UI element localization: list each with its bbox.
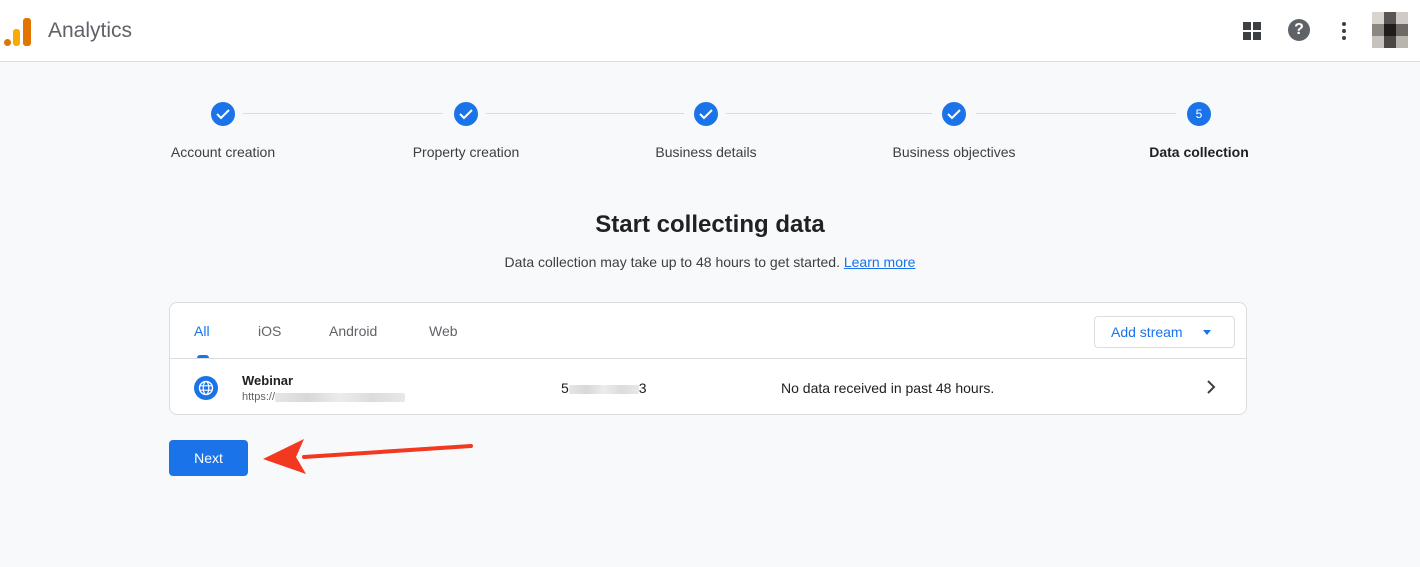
chevron-right-icon[interactable] [1202,378,1220,396]
step-2-check-icon [454,102,478,126]
step-connector [726,113,932,114]
help-icon[interactable]: ? [1288,19,1312,43]
tab-android[interactable]: Android [329,323,377,339]
add-stream-button[interactable]: Add stream [1094,316,1235,348]
stream-status: No data received in past 48 hours. [781,380,995,396]
apps-grid-icon[interactable] [1240,19,1264,43]
step-connector [976,113,1176,114]
step-label-business-details: Business details [655,144,757,160]
setup-stepper: 5 Account creation Property creation Bus… [0,100,1420,170]
more-vert-icon[interactable] [1332,19,1356,43]
add-stream-label: Add stream [1111,324,1183,340]
stream-url: https:// [242,391,406,403]
step-4-check-icon [942,102,966,126]
tab-ios[interactable]: iOS [258,323,281,339]
tab-web[interactable]: Web [429,323,458,339]
top-app-bar: Analytics ? [0,0,1420,62]
tab-all[interactable]: All [194,323,210,339]
subtitle-text: Data collection may take up to 48 hours … [504,254,840,270]
data-streams-card: All iOS Android Web Add stream Webinar h… [169,302,1247,415]
step-3-check-icon [694,102,718,126]
step-label-account-creation: Account creation [170,144,276,160]
next-button[interactable]: Next [169,440,248,476]
stream-name: Webinar [242,373,294,388]
step-connector [243,113,443,114]
page-title: Start collecting data [595,211,825,238]
stream-id-start: 5 [561,380,569,396]
arrow-drop-down-icon [1203,330,1211,335]
analytics-logo-icon[interactable] [4,16,32,46]
step-label-data-collection: Data collection [1149,144,1249,160]
globe-icon [194,376,218,400]
app-title[interactable]: Analytics [48,19,132,43]
stream-id: 53 [561,380,647,396]
stream-tabs: All iOS Android Web Add stream [170,303,1246,359]
redacted-stream-id [568,384,639,394]
step-label-property-creation: Property creation [412,144,520,160]
stream-url-prefix: https:// [242,391,276,403]
step-1-check-icon [211,102,235,126]
avatar[interactable] [1372,12,1408,48]
step-5-number: 5 [1187,102,1211,126]
page-subtitle: Data collection may take up to 48 hours … [0,254,1420,270]
stream-id-end: 3 [638,380,647,396]
redacted-url [275,392,406,402]
learn-more-link[interactable]: Learn more [844,254,916,270]
annotation-arrow-icon [263,439,473,474]
stream-row[interactable]: Webinar https:// 53 No data received in … [170,360,1246,415]
active-tab-indicator [197,355,209,358]
step-connector [486,113,684,114]
step-label-business-objectives: Business objectives [892,144,1016,160]
